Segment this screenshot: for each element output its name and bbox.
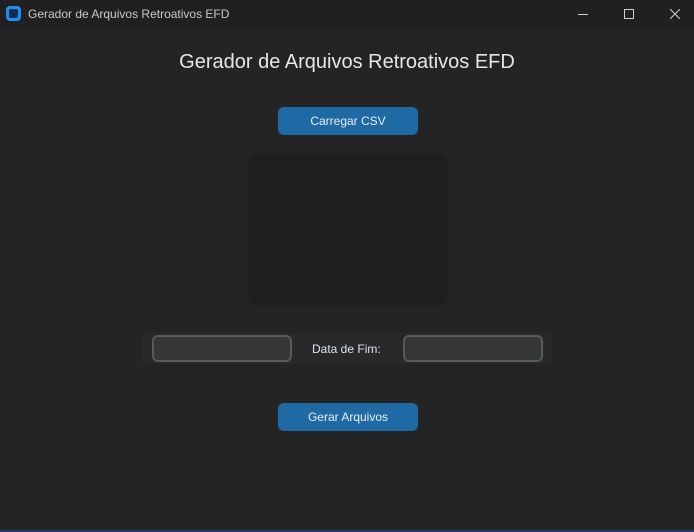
window-title: Gerador de Arquivos Retroativos EFD xyxy=(28,7,230,21)
minimize-icon xyxy=(578,14,588,15)
maximize-icon xyxy=(624,9,634,19)
start-date-input[interactable] xyxy=(152,335,292,362)
end-date-label: Data de Fim: xyxy=(312,342,381,356)
app-icon xyxy=(6,6,21,21)
title-bar[interactable]: Gerador de Arquivos Retroativos EFD xyxy=(0,0,694,28)
load-csv-button[interactable]: Carregar CSV xyxy=(278,107,418,135)
page-title: Gerador de Arquivos Retroativos EFD xyxy=(179,51,515,73)
close-button[interactable] xyxy=(652,0,694,28)
maximize-button[interactable] xyxy=(606,0,652,28)
minimize-button[interactable] xyxy=(560,0,606,28)
close-icon xyxy=(670,9,680,19)
date-range-frame: Data de Fim: xyxy=(142,333,552,364)
app-window: Gerador de Arquivos Retroativos EFD Gera… xyxy=(0,0,694,532)
end-date-input[interactable] xyxy=(403,335,543,362)
generate-files-button[interactable]: Gerar Arquivos xyxy=(278,403,418,431)
csv-preview-panel xyxy=(248,155,448,305)
